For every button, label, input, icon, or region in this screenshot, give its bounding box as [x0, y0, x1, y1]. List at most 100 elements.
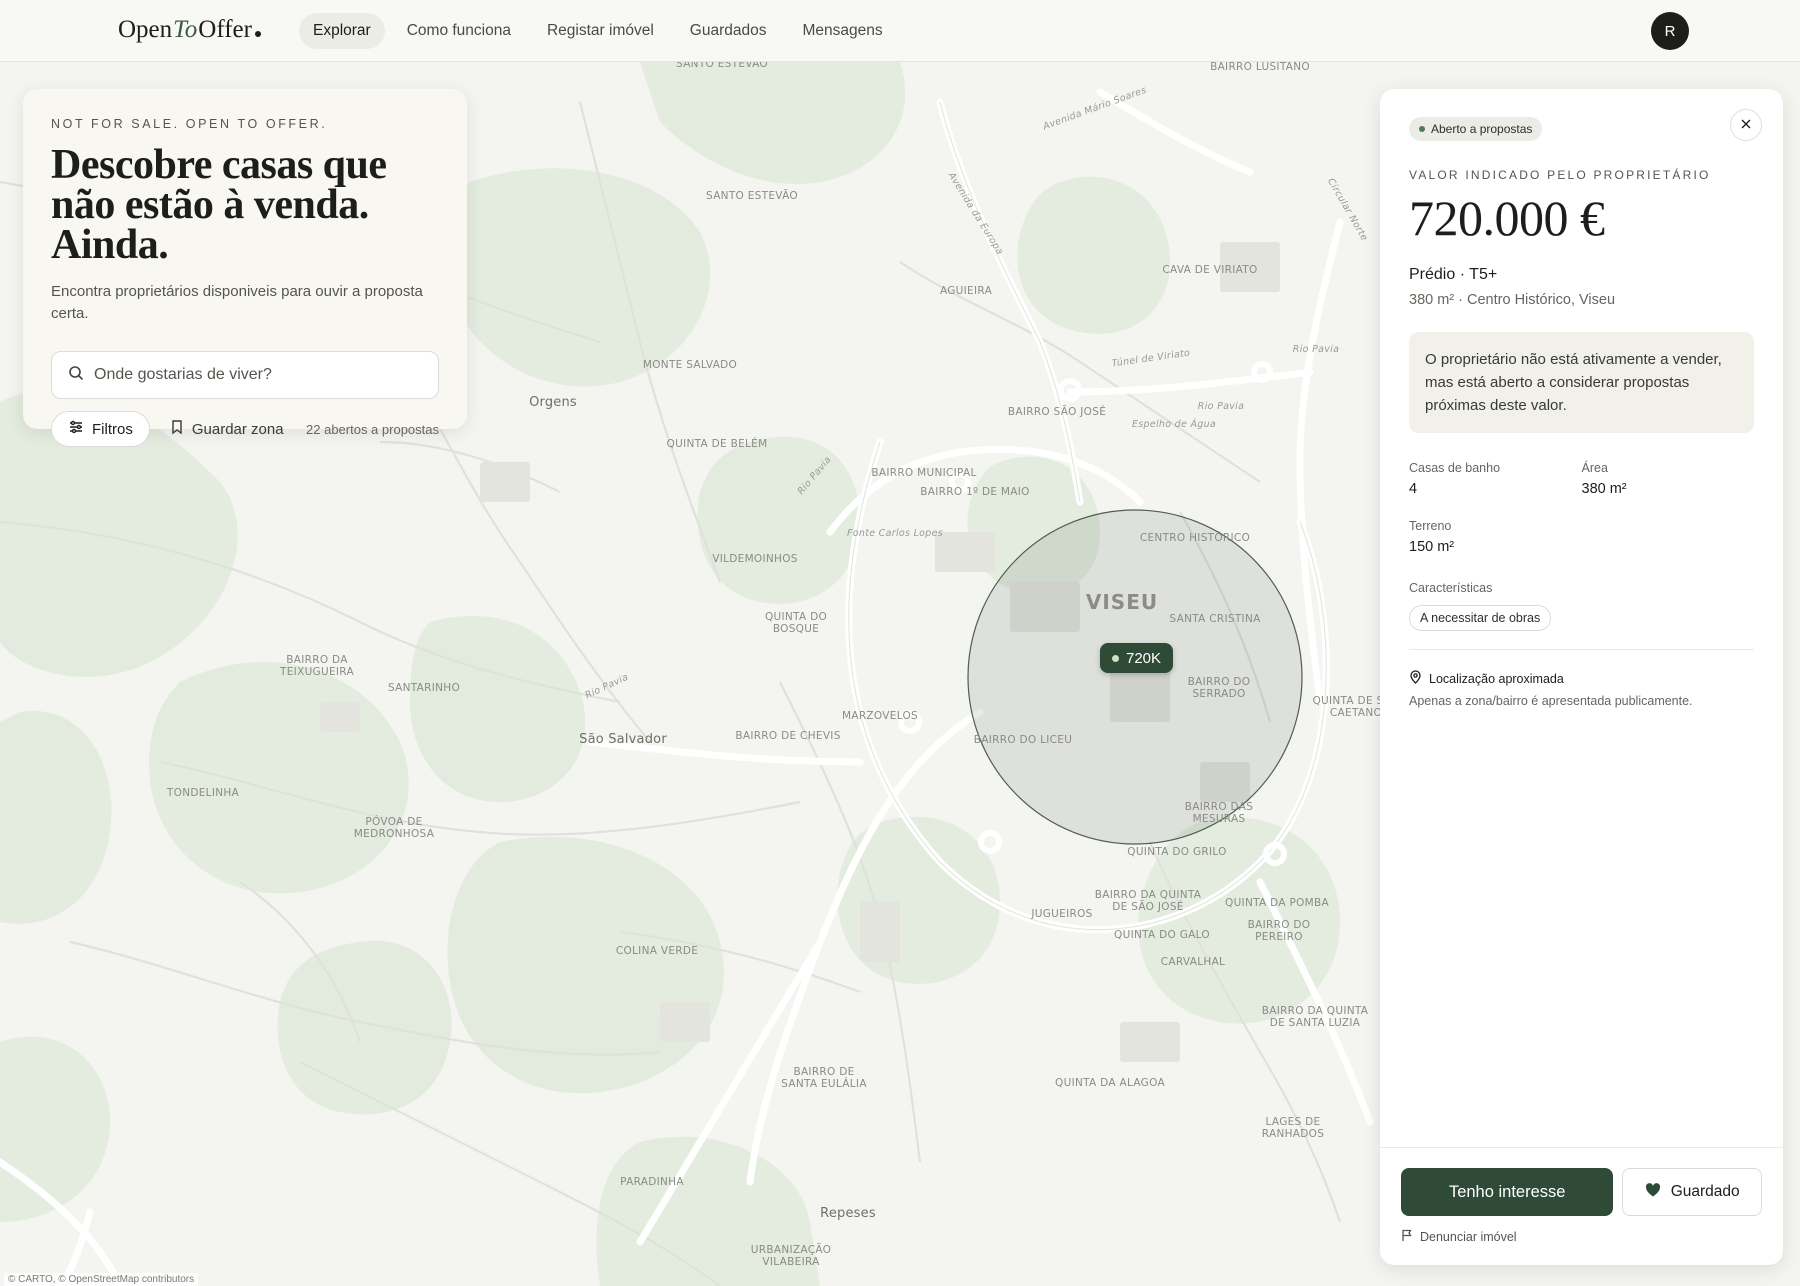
search-icon — [68, 365, 84, 386]
map-label: JUGUEIROS — [1031, 908, 1093, 920]
map-label: BAIRRO DE SANTA EULÁLIA — [781, 1066, 867, 1090]
map-label: MARZOVELOS — [841, 710, 919, 722]
map-label: QUINTA DA POMBA — [1225, 897, 1329, 909]
close-panel-button[interactable] — [1730, 109, 1762, 141]
map-label-river: Fonte Carlos Lopes — [847, 528, 943, 539]
bookmark-icon — [170, 419, 184, 439]
eyebrow-text: NOT FOR SALE. OPEN TO OFFER. — [51, 117, 328, 131]
map-label: CENTRO HISTÓRICO — [1139, 532, 1251, 544]
logo-dot-icon — [254, 31, 261, 37]
heart-icon — [1645, 1182, 1661, 1202]
location-pin-icon — [1409, 670, 1422, 687]
map-attribution[interactable]: © CARTO, © OpenStreetMap contributors — [4, 1273, 199, 1286]
filters-button[interactable]: Filtros — [51, 411, 150, 447]
map-label: QUINTA DE BELÉM — [666, 438, 768, 450]
logo-text-offer: Offer — [198, 16, 252, 43]
map-label: LAGES DE RANHADOS — [1261, 1116, 1325, 1140]
map-label: BAIRRO 1º DE MAIO — [920, 486, 1030, 498]
property-stats: Casas de banho 4 Área 380 m² Terreno 150… — [1409, 461, 1754, 555]
marker-dot-icon — [1112, 654, 1119, 662]
nav-item-guardados[interactable]: Guardados — [676, 13, 781, 49]
stat-label: Área — [1581, 461, 1608, 475]
value-label: VALOR INDICADO PELO PROPRIETÁRIO — [1409, 168, 1711, 182]
nav-item-como-funciona[interactable]: Como funciona — [393, 13, 525, 49]
features-label: Características — [1409, 581, 1493, 595]
map-label-town: Repeses — [820, 1206, 876, 1221]
map-label: BAIRRO DO LICEU — [973, 734, 1073, 746]
map-label-river: Espelho de Água — [1131, 419, 1217, 430]
property-price: 720.000 € — [1409, 190, 1605, 246]
feature-chip: A necessitar de obras — [1409, 605, 1552, 631]
filters-icon — [68, 419, 84, 439]
status-badge: Aberto a propostas — [1409, 117, 1543, 141]
map-label-river: Rio Pavia — [1292, 344, 1340, 355]
top-navigation-bar: Open To Offer Explorar Como funciona Reg… — [0, 0, 1800, 62]
map-label: VILDEMOINHOS — [712, 553, 798, 565]
map-label: TONDELINHA — [166, 787, 240, 799]
map-label: QUINTA DA ALAGOA — [1055, 1077, 1165, 1089]
stat-value: 150 m² — [1409, 539, 1455, 555]
map-label: QUINTA DO GALO — [1114, 929, 1210, 941]
stat-area: Área 380 m² — [1582, 461, 1755, 497]
save-zone-label: Guardar zona — [191, 420, 284, 438]
save-zone-button[interactable]: Guardar zona — [170, 419, 284, 439]
property-type: Prédio · T5+ — [1409, 266, 1498, 283]
close-icon — [1740, 118, 1752, 133]
logo-text-open: Open — [118, 16, 173, 43]
interest-button[interactable]: Tenho interesse — [1401, 1168, 1614, 1216]
search-card: NOT FOR SALE. OPEN TO OFFER. Descobre ca… — [23, 89, 467, 447]
report-label: Denunciar imóvel — [1420, 1230, 1517, 1244]
map-label-town: Orgens — [529, 395, 577, 410]
map-price-marker[interactable]: 720K — [1100, 643, 1174, 673]
map-label: COLINA VERDE — [615, 945, 699, 957]
map-label: PARADINHA — [620, 1176, 684, 1188]
map-label: AGUIEIRA — [939, 285, 993, 297]
property-location: 380 m² · Centro Histórico, Viseu — [1409, 292, 1616, 308]
property-detail-panel: Aberto a propostas VALOR INDICADO PELO P… — [1380, 89, 1783, 1265]
map-label-city: VISEU — [1085, 590, 1159, 614]
search-input[interactable] — [94, 366, 422, 384]
divider — [1409, 649, 1754, 650]
location-row: Localização aproximada — [1409, 670, 1754, 687]
map-label: BAIRRO DA QUINTA DE SANTA LUZIA — [1261, 1005, 1369, 1029]
nav-item-mensagens[interactable]: Mensagens — [789, 13, 897, 49]
card-actions: Filtros Guardar zona 22 abertos a propos… — [51, 411, 439, 447]
saved-button[interactable]: Guardado — [1622, 1168, 1762, 1216]
panel-footer: Tenho interesse Guardado Denunciar imóve… — [1380, 1147, 1783, 1265]
map-label: BAIRRO SÃO JOSÉ — [1007, 406, 1107, 418]
report-link[interactable]: Denunciar imóvel — [1401, 1229, 1762, 1245]
nav-item-explorar[interactable]: Explorar — [299, 13, 385, 49]
open-count: 22 abertos a propostas — [306, 421, 439, 437]
stat-value: 380 m² — [1581, 481, 1627, 497]
status-dot-icon — [1419, 126, 1425, 132]
saved-label: Guardado — [1670, 1183, 1740, 1200]
map-label: BAIRRO DO SERRADO — [1187, 676, 1251, 700]
map-label: CARVALHAL — [1160, 956, 1226, 968]
search-box[interactable] — [51, 351, 439, 399]
map-label-town: São Salvador — [579, 732, 667, 747]
status-badge-label: Aberto a propostas — [1431, 122, 1533, 136]
nav-item-registar-imovel[interactable]: Registar imóvel — [533, 13, 668, 49]
app-logo[interactable]: Open To Offer — [118, 16, 261, 44]
logo-text-to: To — [173, 16, 198, 43]
user-avatar[interactable]: R — [1651, 12, 1689, 50]
filters-label: Filtros — [92, 420, 133, 438]
stat-label: Terreno — [1409, 519, 1452, 533]
map-label: BAIRRO DA QUINTA DE SÃO JOSÉ — [1094, 889, 1202, 913]
map-label: BAIRRO DE CHEVIS — [735, 730, 841, 742]
map-label: QUINTA DO GRILO — [1127, 846, 1227, 858]
map-label: BAIRRO DA TEIXUGUEIRA — [280, 654, 354, 678]
map-label-river: Rio Pavia — [1197, 401, 1245, 412]
map-label: PÓVOA DE MEDRONHOSA — [353, 816, 435, 840]
marker-label: 720K — [1126, 649, 1162, 667]
map-label: SANTO ESTEVÃO — [676, 62, 768, 70]
footer-buttons: Tenho interesse Guardado — [1401, 1168, 1762, 1216]
map-label: URBANIZAÇÃO VILABEIRA — [750, 1244, 832, 1268]
stat-value: 4 — [1409, 481, 1418, 497]
hero-subtitle: Encontra proprietários disponiveis para … — [51, 283, 423, 322]
map-label: BAIRRO LUSITANO — [1210, 62, 1310, 73]
stat-label: Casas de banho — [1409, 461, 1501, 475]
map-label: MONTE SALVADO — [642, 359, 738, 371]
hero-title: Descobre casas que não estão à venda. Ai… — [51, 142, 387, 268]
map-label: BAIRRO DO PEREIRO — [1247, 919, 1311, 943]
